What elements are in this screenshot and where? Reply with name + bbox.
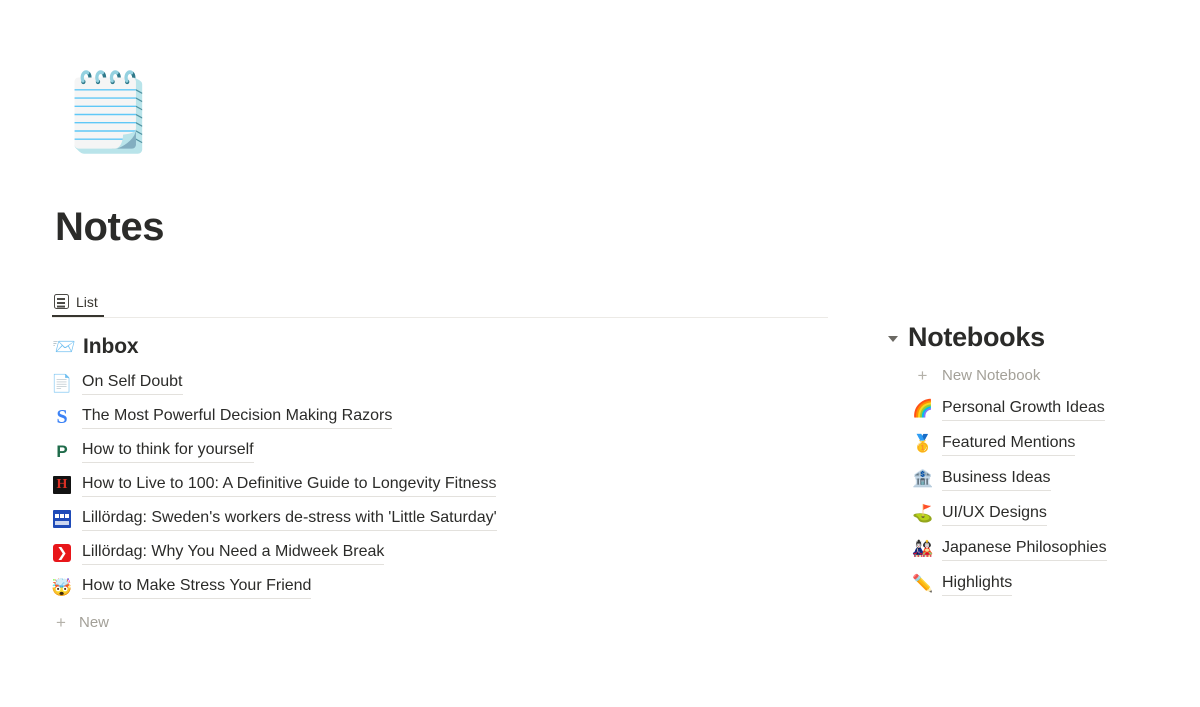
notebooks-list: + New Notebook 🌈 Personal Growth Ideas 🥇… (888, 359, 1188, 601)
tab-list-label: List (76, 293, 98, 310)
page-cover-emoji: 🗒️ (61, 70, 156, 155)
plus-icon: + (917, 365, 928, 385)
notebook-item[interactable]: ✏️ Highlights (912, 566, 1188, 601)
pencil-icon: ✏️ (912, 574, 934, 593)
substack-s-favicon-icon: S (56, 406, 68, 428)
plus-icon: + (56, 612, 66, 632)
notebook-item[interactable]: 🎎 Japanese Philosophies (912, 531, 1188, 566)
view-tab-strip: List (52, 288, 828, 318)
perell-p-favicon-icon: P (56, 441, 68, 461)
bank-icon: 🏦 (912, 469, 934, 488)
chevron-down-icon[interactable] (888, 335, 898, 342)
harvard-h-favicon-icon: H (52, 475, 72, 495)
red-chevron-favicon-icon: ❯ (52, 543, 72, 563)
new-notebook-label: New Notebook (942, 366, 1041, 384)
list-item[interactable]: 🤯 How to Make Stress Your Friend (51, 570, 842, 604)
notebook-item-label: Business Ideas (942, 467, 1051, 491)
notebook-item-label: Highlights (942, 572, 1013, 596)
rainbow-icon: 🌈 (912, 399, 934, 418)
inbox-group-header[interactable]: 📨 Inbox (52, 332, 842, 362)
list-item-title: Lillördag: Sweden's workers de-stress wi… (82, 507, 497, 531)
tab-list[interactable]: List (52, 288, 104, 317)
list-item-title: The Most Powerful Decision Making Razors (82, 405, 393, 429)
list-item[interactable]: P How to think for yourself (52, 434, 842, 468)
exploding-head-icon: 🤯 (51, 577, 73, 597)
list-icon (54, 294, 69, 309)
list-item[interactable]: H How to Live to 100: A Definitive Guide… (52, 468, 842, 502)
notebooks-title: Notebooks (908, 321, 1045, 352)
list-item-title: Lillördag: Why You Need a Midweek Break (82, 541, 385, 565)
notebooks-section-header[interactable]: Notebooks (888, 318, 1188, 356)
notebook-item-label: UI/UX Designs (942, 502, 1047, 526)
list-item[interactable]: Lillördag: Sweden's workers de-stress wi… (52, 502, 842, 536)
notebook-item[interactable]: ⛳ UI/UX Designs (912, 496, 1188, 531)
notebook-item[interactable]: 🌈 Personal Growth Ideas (912, 391, 1188, 426)
list-item-title: On Self Doubt (82, 371, 183, 395)
list-item-title: How to think for yourself (82, 439, 254, 463)
japanese-dolls-icon: 🎎 (912, 539, 934, 558)
notes-list-column: 📨 Inbox 📄 On Self Doubt S The Most Power… (51, 332, 842, 637)
notebook-item-label: Japanese Philosophies (942, 537, 1107, 561)
golf-flag-icon: ⛳ (912, 504, 934, 523)
new-note-button[interactable]: + New (52, 607, 842, 637)
list-item-title: How to Live to 100: A Definitive Guide t… (82, 473, 497, 497)
inbox-group-label: Inbox (83, 335, 139, 358)
list-item[interactable]: S The Most Powerful Decision Making Razo… (52, 400, 842, 434)
notebooks-column: Notebooks + New Notebook 🌈 Personal Grow… (888, 318, 1188, 601)
new-note-label: New (79, 613, 110, 631)
new-notebook-button[interactable]: + New Notebook (912, 359, 1188, 391)
notebook-item-label: Featured Mentions (942, 432, 1076, 456)
incoming-envelope-icon: 📨 (52, 336, 76, 358)
list-item-title: How to Make Stress Your Friend (82, 575, 312, 599)
notebook-item-label: Personal Growth Ideas (942, 397, 1105, 421)
list-item[interactable]: ❯ Lillördag: Why You Need a Midweek Brea… (52, 536, 842, 570)
notebook-item[interactable]: 🥇 Featured Mentions (912, 426, 1188, 461)
notebook-item[interactable]: 🏦 Business Ideas (912, 461, 1188, 496)
first-place-medal-icon: 🥇 (912, 434, 934, 453)
page-title: Notes (55, 205, 165, 249)
document-icon: 📄 (51, 373, 73, 393)
list-item[interactable]: 📄 On Self Doubt (51, 366, 842, 400)
bbc-worklife-favicon-icon (52, 509, 72, 529)
